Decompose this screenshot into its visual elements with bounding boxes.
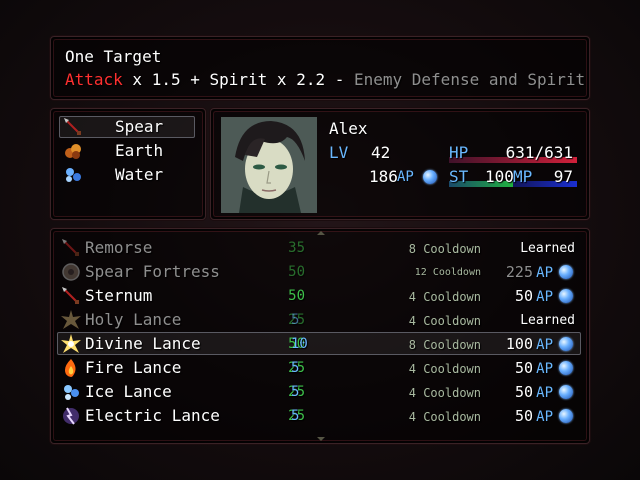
formula-defense: Enemy Defense and Spirit — [353, 70, 586, 89]
skill-row-electric-lance[interactable]: Electric Lance 25 5 4 Cooldown AP 50 — [57, 405, 581, 427]
ap-orb-icon — [559, 409, 573, 423]
ap-label: AP — [397, 169, 414, 185]
help-formula: Attack x 1.5 + Spirit x 2.2 - Enemy Defe… — [65, 70, 585, 90]
ap-orb-icon — [559, 361, 573, 375]
ap-orb-icon — [423, 170, 437, 184]
fire-icon — [61, 358, 81, 378]
spear-icon — [63, 117, 83, 137]
skill-ap-label: AP — [536, 409, 553, 425]
skill-type-label: Earth — [115, 141, 164, 160]
skill-row-spear-fortress[interactable]: Spear Fortress 50 12 Cooldown AP 225 — [57, 261, 581, 283]
skill-mp-cost: 10 — [291, 336, 308, 352]
help-window: One Target Attack x 1.5 + Spirit x 2.2 -… — [50, 36, 590, 100]
electric-icon — [61, 406, 81, 426]
skill-cooldown: 4 Cooldown — [408, 290, 481, 304]
holy-burst-icon — [61, 310, 81, 330]
spear-icon — [61, 286, 81, 306]
skill-learned-status: Learned — [520, 241, 575, 256]
skill-cooldown: 4 Cooldown — [408, 362, 481, 376]
skill-list-window: Remorse 35 8 Cooldown Learned Spear Fortress… — [50, 228, 590, 444]
skill-ap-cost: 50 — [514, 407, 533, 425]
st-label: ST — [449, 167, 469, 186]
ap-value: 186 — [369, 167, 398, 186]
level-label: LV — [329, 143, 349, 162]
skill-ap-label: AP — [536, 385, 553, 401]
skill-ap-cost: 225 — [505, 263, 533, 281]
actor-status-window: Alex LV 42 186 AP HP 631/631 ST 100 MP 9… — [210, 108, 590, 220]
skill-row-remorse[interactable]: Remorse 35 8 Cooldown Learned — [57, 237, 581, 259]
skill-cooldown: 4 Cooldown — [408, 314, 481, 328]
skill-ap-label: AP — [536, 361, 553, 377]
skill-cooldown: 4 Cooldown — [408, 410, 481, 424]
skill-ap-cost: 100 — [505, 335, 533, 353]
help-target-text: One Target — [65, 47, 162, 66]
skill-cooldown: 12 Cooldown — [414, 267, 481, 278]
divine-burst-icon — [61, 334, 81, 354]
ap-orb-icon — [559, 337, 573, 351]
skill-type-label: Water — [115, 165, 164, 184]
skill-ap-label: AP — [536, 265, 553, 281]
skill-ap-cost: 50 — [514, 359, 533, 377]
skill-mp-cost: 5 — [291, 360, 300, 376]
skill-row-sternum[interactable]: Sternum 50 4 Cooldown AP 50 — [57, 285, 581, 307]
skill-name: Remorse — [85, 238, 153, 257]
hp-value: 631/631 — [505, 143, 573, 162]
water-icon — [63, 165, 83, 185]
skill-ap-label: AP — [536, 337, 553, 353]
skill-mp-cost: 5 — [291, 408, 300, 424]
level-value: 42 — [371, 143, 391, 162]
ice-icon — [61, 382, 81, 402]
skill-type-item-spear[interactable]: Spear — [61, 117, 193, 137]
spear-icon — [61, 238, 81, 258]
actor-name: Alex — [329, 119, 368, 138]
skill-st-cost: 50 — [288, 264, 305, 280]
skill-type-item-water[interactable]: Water — [61, 165, 193, 185]
shield-icon — [61, 262, 81, 282]
skill-type-window: Spear Earth Water — [50, 108, 206, 220]
skill-row-holy-lance[interactable]: Holy Lance 25 5 4 Cooldown Learned — [57, 309, 581, 331]
scroll-down-arrow[interactable] — [317, 437, 325, 441]
hp-label: HP — [449, 143, 469, 162]
skill-st-cost: 50 — [288, 288, 305, 304]
skill-cooldown: 4 Cooldown — [408, 386, 481, 400]
mp-value: 97 — [553, 167, 573, 186]
skill-name: Ice Lance — [85, 382, 172, 401]
skill-ap-label: AP — [536, 289, 553, 305]
formula-mid: x 1.5 + Spirit x 2.2 - — [122, 70, 354, 89]
skill-name: Sternum — [85, 286, 153, 305]
skill-name: Holy Lance — [85, 310, 182, 329]
actor-face-portrait — [221, 117, 317, 213]
skill-name: Divine Lance — [85, 334, 201, 353]
ap-orb-icon — [559, 385, 573, 399]
skill-cooldown: 8 Cooldown — [408, 338, 481, 352]
skill-name: Spear Fortress — [85, 262, 220, 281]
skill-mp-cost: 5 — [291, 312, 300, 328]
skill-row-divine-lance[interactable]: Divine Lance 50 10 8 Cooldown AP 100 — [57, 332, 581, 355]
earth-icon — [63, 141, 83, 161]
formula-attack: Attack — [65, 70, 123, 89]
ap-orb-icon — [559, 289, 573, 303]
skill-learned-status: Learned — [520, 313, 575, 328]
skill-type-item-earth[interactable]: Earth — [61, 141, 193, 161]
st-value: 100 — [485, 167, 514, 186]
skill-name: Electric Lance — [85, 406, 220, 425]
skill-st-cost: 35 — [288, 240, 305, 256]
skill-cooldown: 8 Cooldown — [408, 242, 481, 256]
skill-name: Fire Lance — [85, 358, 182, 377]
scroll-up-arrow[interactable] — [317, 231, 325, 235]
skill-ap-cost: 50 — [514, 383, 533, 401]
skill-row-fire-lance[interactable]: Fire Lance 25 5 4 Cooldown AP 50 — [57, 357, 581, 379]
skill-type-label: Spear — [115, 117, 164, 136]
mp-label: MP — [513, 167, 533, 186]
skill-ap-cost: 50 — [514, 287, 533, 305]
skill-mp-cost: 5 — [291, 384, 300, 400]
ap-orb-icon — [559, 265, 573, 279]
skill-row-ice-lance[interactable]: Ice Lance 25 5 4 Cooldown AP 50 — [57, 381, 581, 403]
